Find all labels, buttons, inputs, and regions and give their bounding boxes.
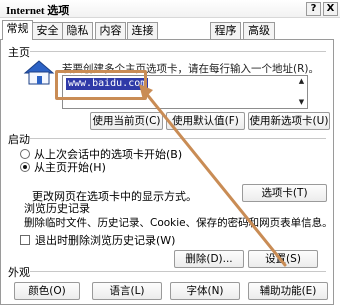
annotation-arrow <box>139 84 287 267</box>
tab-general[interactable]: 常规 <box>2 20 33 40</box>
